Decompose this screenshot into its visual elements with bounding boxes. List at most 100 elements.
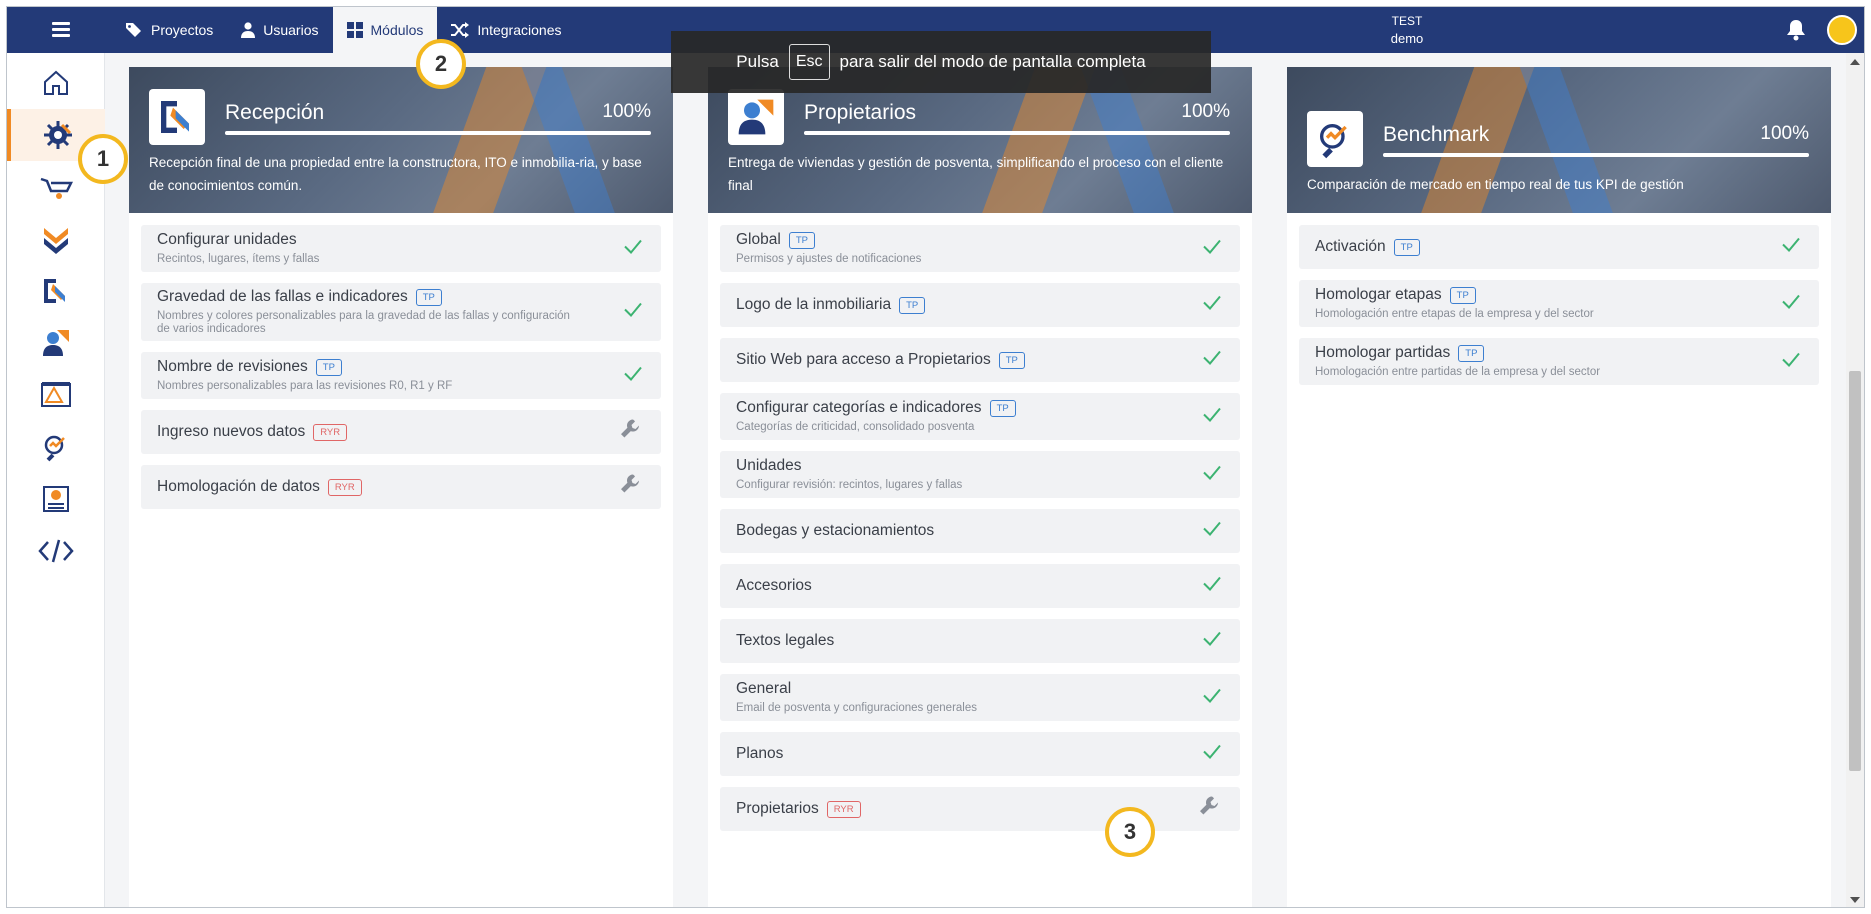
- config-item[interactable]: Textos legales: [720, 619, 1240, 663]
- config-item-title-row: Homologación de datos RYR: [157, 478, 645, 496]
- config-item[interactable]: General Email de posventa y configuracion…: [720, 674, 1240, 721]
- config-item-title-row: Gravedad de las fallas e indicadores TP: [157, 288, 645, 306]
- config-item[interactable]: Homologar etapas TP Homologación entre eta…: [1299, 280, 1819, 327]
- config-item-title-row: Unidades: [736, 457, 1224, 475]
- config-item-title: Gravedad de las fallas e indicadores: [157, 288, 408, 305]
- check-icon: [1203, 688, 1221, 703]
- sidebar-item-developer[interactable]: [7, 525, 105, 577]
- config-item-title-row: Ingreso nuevos datos RYR: [157, 423, 645, 441]
- scroll-up-arrow[interactable]: [1850, 59, 1860, 65]
- status-complete: [623, 302, 643, 323]
- config-item[interactable]: Global TP Permisos y ajustes de notificaci…: [720, 225, 1240, 272]
- config-item-title-row: Sitio Web para acceso a Propietarios TP: [736, 351, 1224, 369]
- config-item-subtitle: Recintos, lugares, ítems y fallas: [157, 253, 320, 265]
- status-complete: [1202, 238, 1222, 259]
- config-item-title: Accesorios: [736, 577, 812, 594]
- config-item-title: Unidades: [736, 457, 802, 474]
- config-item-subtitle: Nombres y colores personalizables para l…: [157, 310, 570, 335]
- config-item-title-row: Configurar categorías e indicadores TP: [736, 399, 1224, 417]
- config-item-title-row: Textos legales: [736, 632, 1224, 650]
- bell-icon[interactable]: [1785, 19, 1807, 41]
- sidebar-item-benchmark[interactable]: [7, 421, 105, 473]
- config-item[interactable]: Configurar unidades Recintos, lugares, ít…: [141, 225, 661, 272]
- sidebar-item-home[interactable]: [7, 57, 105, 109]
- config-item-title: Configurar unidades: [157, 231, 297, 248]
- status-complete: [1202, 350, 1222, 371]
- checks-icon: [44, 228, 68, 254]
- config-item[interactable]: Unidades Configurar revisión: recintos, l…: [720, 451, 1240, 498]
- config-item-subtitle: Categorías de criticidad, consolidado po…: [736, 421, 975, 433]
- status-complete: [1202, 521, 1222, 542]
- config-item-title: Ingreso nuevos datos: [157, 423, 306, 440]
- config-item[interactable]: Nombre de revisiones TP Nombres personaliz…: [141, 352, 661, 399]
- callout-1: 1: [78, 134, 128, 184]
- status-complete: [1781, 237, 1801, 258]
- config-item[interactable]: Homologación de datos RYR: [141, 465, 661, 509]
- top-nav: Proyectos Usuarios Módulos Integraciones: [111, 7, 575, 53]
- user-icon: [241, 22, 256, 38]
- nav-usuarios[interactable]: Usuarios: [227, 7, 332, 53]
- callout-2: 2: [416, 39, 466, 89]
- sidebar-item-finance[interactable]: [7, 473, 105, 525]
- config-item[interactable]: Activación TP: [1299, 225, 1819, 269]
- scrollbar[interactable]: [1846, 53, 1864, 907]
- status-complete: [1202, 687, 1222, 708]
- module-description: Entrega de viviendas y gestión de posven…: [728, 155, 1224, 193]
- status-complete: [1202, 295, 1222, 316]
- config-item-title: Textos legales: [736, 632, 835, 649]
- check-icon: [1203, 295, 1221, 310]
- module-title: Recepción: [225, 101, 325, 124]
- check-icon: [1203, 407, 1221, 422]
- fullscreen-toast: Pulsa Esc para salir del modo de pantall…: [671, 31, 1211, 93]
- check-icon: [1782, 237, 1800, 252]
- config-item-subtitle: Homologación entre partidas de la empres…: [1315, 366, 1601, 378]
- wrench-icon: [1200, 796, 1218, 815]
- config-item[interactable]: Sitio Web para acceso a Propietarios TP: [720, 338, 1240, 382]
- config-item[interactable]: Propietarios RYR: [720, 787, 1240, 831]
- scroll-down-arrow[interactable]: [1850, 897, 1860, 903]
- home-icon: [44, 70, 68, 95]
- sidebar-item-plans[interactable]: [7, 369, 105, 421]
- config-item-title: General: [736, 680, 792, 697]
- module-progress: [804, 131, 1230, 135]
- config-item[interactable]: Homologar partidas TP Homologación entre p…: [1299, 338, 1819, 385]
- config-item-title: Configurar categorías e indicadores: [736, 399, 982, 416]
- reception-icon: [149, 89, 205, 145]
- config-item-badge: RYR: [327, 478, 362, 496]
- config-item[interactable]: Accesorios: [720, 564, 1240, 608]
- config-item[interactable]: Bodegas y estacionamientos: [720, 509, 1240, 553]
- config-item-title-row: Bodegas y estacionamientos: [736, 522, 1224, 540]
- config-item[interactable]: Logo de la inmobiliaria TP: [720, 283, 1240, 327]
- avatar[interactable]: [1827, 15, 1857, 45]
- benchmark-icon: [1307, 111, 1363, 167]
- module-progress: [225, 131, 651, 135]
- nav-proyectos[interactable]: Proyectos: [111, 7, 227, 53]
- config-item[interactable]: Gravedad de las fallas e indicadores TP No…: [141, 283, 661, 341]
- wheelbarrow-icon: [40, 177, 73, 199]
- config-item[interactable]: Planos: [720, 732, 1240, 776]
- menu-icon[interactable]: [35, 19, 87, 41]
- shuffle-icon: [451, 22, 470, 38]
- toast-text: para salir del modo de pantalla completa: [839, 52, 1146, 71]
- config-item-badge: TP: [1393, 238, 1420, 256]
- workspace-switcher[interactable]: TEST demo: [1367, 13, 1447, 47]
- module-card-benchmark: Benchmark 100% Comparación de mercado en…: [1287, 67, 1831, 907]
- app-window: Proyectos Usuarios Módulos Integraciones…: [6, 6, 1865, 908]
- status-complete: [1781, 351, 1801, 372]
- sidebar: [7, 53, 105, 907]
- sidebar-item-reception[interactable]: [7, 265, 105, 317]
- config-item[interactable]: Configurar categorías e indicadores TP Cat…: [720, 393, 1240, 440]
- sidebar-item-quality[interactable]: [7, 213, 105, 265]
- scroll-thumb[interactable]: [1849, 371, 1861, 771]
- check-icon: [1203, 465, 1221, 480]
- config-item-title: Nombre de revisiones: [157, 358, 308, 375]
- module-progress: [1383, 153, 1809, 157]
- module-header: Recepción 100% Recepción final de una pr…: [129, 67, 673, 213]
- toast-text: Pulsa: [736, 52, 779, 71]
- wrench-icon: [621, 419, 639, 438]
- check-icon: [1782, 352, 1800, 367]
- sidebar-item-owners[interactable]: [7, 317, 105, 369]
- config-item[interactable]: Ingreso nuevos datos RYR: [141, 410, 661, 454]
- check-icon: [1203, 521, 1221, 536]
- grid-icon: [346, 22, 363, 38]
